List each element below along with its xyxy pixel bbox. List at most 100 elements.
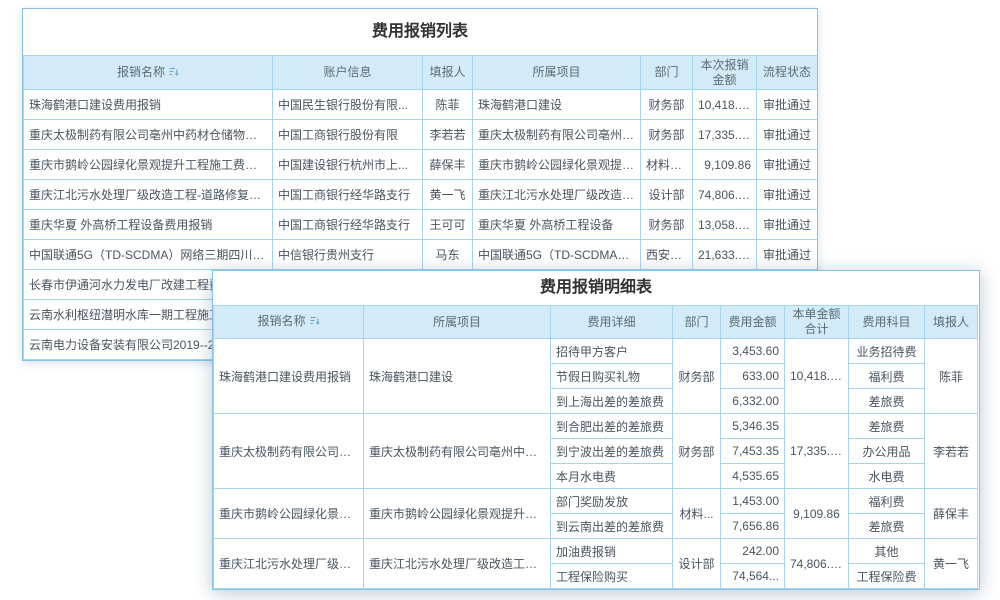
cell-filler[interactable]: 薛保丰	[423, 150, 473, 180]
cell-amount: 4,535.65	[721, 464, 785, 489]
cell-detail: 到云南出差的差旅费	[551, 514, 673, 539]
cell-filler[interactable]: 马东	[423, 240, 473, 270]
cell-name[interactable]: 重庆江北污水处理厂级改造工程-道路修复工程费用报销	[214, 539, 364, 589]
cell-name[interactable]: 中国联通5G（TD-SCDMA）网络三期四川工程费...	[24, 240, 273, 270]
cell-category: 业务招待费	[849, 339, 925, 364]
cell-detail: 招待甲方客户	[551, 339, 673, 364]
cell-status: 审批通过	[757, 240, 818, 270]
cell-name[interactable]: 重庆太极制药有限公司亳州中药材仓储物流基地项目费用报销	[214, 414, 364, 489]
cell-amount: 1,453.00	[721, 489, 785, 514]
detail-column-filler: 填报人	[925, 306, 978, 339]
column-label: 本单金额合计	[792, 307, 840, 336]
sort-icon[interactable]	[310, 315, 320, 330]
cell-detail: 加油费报销	[551, 539, 673, 564]
cell-amount: 7,656.86	[721, 514, 785, 539]
column-label: 费用金额	[728, 315, 776, 329]
cell-name[interactable]: 重庆市鹅岭公园绿化景观提升工程施工费用报销	[214, 489, 364, 539]
column-label: 报销名称	[257, 314, 305, 328]
cell-project[interactable]: 重庆江北污水处理厂级改造工...	[473, 180, 641, 210]
column-label: 本次报销金额	[700, 58, 748, 87]
cell-project[interactable]: 中国联通5G（TD-SCDMA）网...	[473, 240, 641, 270]
cell-filler[interactable]: 黄一飞	[423, 180, 473, 210]
desktop-canvas: 费用报销列表 报销名称账户信息填报人所属项目部门本次报销金额流程状态 珠海鹤港口…	[0, 0, 1000, 600]
cell-status: 审批通过	[757, 180, 818, 210]
cell-account: 中国工商银行股份有限	[273, 120, 423, 150]
cell-dept: 财务部	[641, 120, 693, 150]
cell-amount: 6,332.00	[721, 389, 785, 414]
list-row: 中国联通5G（TD-SCDMA）网络三期四川工程费...中信银行贵州支行马东中国…	[24, 240, 818, 270]
detail-column-dept: 部门	[673, 306, 721, 339]
list-column-name[interactable]: 报销名称	[24, 56, 273, 90]
cell-category: 工程保险费	[849, 564, 925, 589]
cell-dept: 设计部	[673, 539, 721, 589]
cell-account: 中国建设银行杭州市上...	[273, 150, 423, 180]
cell-detail: 到宁波出差的差旅费	[551, 439, 673, 464]
detail-column-total: 本单金额合计	[785, 306, 849, 339]
column-label: 部门	[684, 315, 708, 329]
list-column-project: 所属项目	[473, 56, 641, 90]
column-label: 费用详细	[587, 315, 635, 329]
cell-project[interactable]: 重庆太极制药有限公司亳州中...	[473, 120, 641, 150]
detail-panel-title: 费用报销明细表	[213, 271, 979, 305]
cell-amount: 21,633.00	[693, 240, 757, 270]
cell-project[interactable]: 重庆市鹅岭公园绿化景观提升工程施工	[364, 489, 551, 539]
cell-name[interactable]: 重庆江北污水处理厂级改造工程-道路修复工程费用...	[24, 180, 273, 210]
cell-category: 差旅费	[849, 389, 925, 414]
column-label: 所属项目	[532, 65, 580, 79]
cell-filler[interactable]: 陈菲	[925, 339, 978, 414]
cell-amount: 13,058.45	[693, 210, 757, 240]
column-label: 填报人	[429, 65, 465, 79]
cell-filler[interactable]: 李若若	[925, 414, 978, 489]
detail-column-category: 费用科目	[849, 306, 925, 339]
list-column-dept: 部门	[641, 56, 693, 90]
column-label: 报销名称	[117, 65, 165, 79]
cell-name[interactable]: 重庆太极制药有限公司亳州中药材仓储物流基地项...	[24, 120, 273, 150]
cell-amount: 9,109.86	[693, 150, 757, 180]
list-panel-title: 费用报销列表	[23, 9, 817, 55]
cell-project[interactable]: 珠海鹤港口建设	[364, 339, 551, 414]
detail-column-amount: 费用金额	[721, 306, 785, 339]
cell-amount: 7,453.35	[721, 439, 785, 464]
cell-name[interactable]: 珠海鹤港口建设费用报销	[24, 90, 273, 120]
column-label: 费用科目	[862, 315, 910, 329]
column-label: 账户信息	[323, 65, 371, 79]
cell-total: 9,109.86	[785, 489, 849, 539]
cell-amount: 633.00	[721, 364, 785, 389]
cell-filler[interactable]: 黄一飞	[925, 539, 978, 589]
sort-icon[interactable]	[169, 66, 179, 81]
cell-name[interactable]: 重庆华夏 外高桥工程设备费用报销	[24, 210, 273, 240]
cell-status: 审批通过	[757, 150, 818, 180]
detail-column-name[interactable]: 报销名称	[214, 306, 364, 339]
column-label: 所属项目	[433, 315, 481, 329]
cell-filler[interactable]: 薛保丰	[925, 489, 978, 539]
cell-name[interactable]: 珠海鹤港口建设费用报销	[214, 339, 364, 414]
cell-project[interactable]: 重庆江北污水处理厂级改造工程-道路修复工程	[364, 539, 551, 589]
cell-category: 福利费	[849, 364, 925, 389]
cell-status: 审批通过	[757, 210, 818, 240]
cell-dept: 西安项目部	[641, 240, 693, 270]
cell-detail: 到合肥出差的差旅费	[551, 414, 673, 439]
cell-project[interactable]: 重庆太极制药有限公司亳州中药材仓储物流基地项目	[364, 414, 551, 489]
list-column-status: 流程状态	[757, 56, 818, 90]
cell-detail: 到上海出差的差旅费	[551, 389, 673, 414]
detail-row: 重庆江北污水处理厂级改造工程-道路修复工程费用报销重庆江北污水处理厂级改造工程-…	[214, 539, 978, 564]
list-column-amount: 本次报销金额	[693, 56, 757, 90]
cell-filler[interactable]: 李若若	[423, 120, 473, 150]
cell-total: 17,335.35	[785, 414, 849, 489]
cell-detail: 工程保险购买	[551, 564, 673, 589]
cell-project[interactable]: 珠海鹤港口建设	[473, 90, 641, 120]
detail-row: 重庆市鹅岭公园绿化景观提升工程施工费用报销重庆市鹅岭公园绿化景观提升工程施工部门…	[214, 489, 978, 514]
cell-name[interactable]: 重庆市鹅岭公园绿化景观提升工程施工费用报销	[24, 150, 273, 180]
cell-filler[interactable]: 王可可	[423, 210, 473, 240]
cell-project[interactable]: 重庆华夏 外高桥工程设备	[473, 210, 641, 240]
cell-account: 中国工商银行经华路支行	[273, 180, 423, 210]
cell-filler[interactable]: 陈菲	[423, 90, 473, 120]
cell-project[interactable]: 重庆市鹅岭公园绿化景观提升...	[473, 150, 641, 180]
cell-dept: 设计部	[641, 180, 693, 210]
cell-total: 10,418.60	[785, 339, 849, 414]
cell-account: 中信银行贵州支行	[273, 240, 423, 270]
cell-amount: 3,453.60	[721, 339, 785, 364]
cell-dept: 财务部	[641, 90, 693, 120]
cell-dept: 财务部	[673, 339, 721, 414]
cell-status: 审批通过	[757, 120, 818, 150]
